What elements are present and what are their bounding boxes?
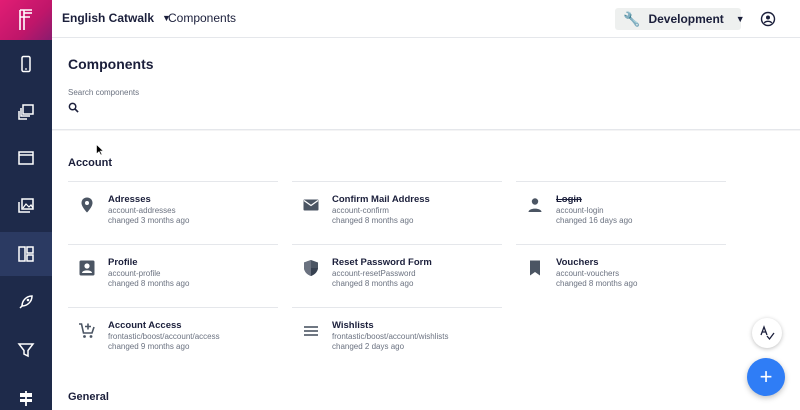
wrench-icon: 🔧 — [623, 10, 641, 27]
section-title-general: General — [68, 391, 109, 403]
component-changed: changed 3 months ago — [108, 215, 190, 225]
component-changed: changed 8 months ago — [108, 278, 190, 288]
shield-icon — [302, 259, 320, 277]
component-id: account-resetPassword — [332, 269, 416, 278]
component-card[interactable]: Reset Password Form account-resetPasswor… — [292, 244, 502, 300]
search-label: Search components — [68, 88, 140, 97]
component-id: account-addresses — [108, 206, 176, 215]
component-card[interactable]: Vouchers account-vouchers changed 8 mont… — [516, 244, 726, 300]
component-changed: changed 16 days ago — [556, 215, 633, 225]
component-id: frontastic/boost/account/access — [108, 332, 220, 341]
environment-name: Development — [648, 12, 724, 26]
component-id: frontastic/boost/account/wishlists — [332, 332, 449, 341]
profile-card-icon — [78, 259, 96, 277]
sidebar-item-settings[interactable] — [0, 376, 52, 410]
sidebar-item-media[interactable] — [0, 184, 52, 228]
component-changed: changed 2 days ago — [332, 341, 405, 351]
gallery-icon — [18, 198, 34, 213]
component-card[interactable]: Wishlists frontastic/boost/account/wishl… — [292, 307, 502, 363]
component-id: account-vouchers — [556, 269, 620, 278]
section-title-account: Account — [68, 157, 112, 169]
components-list: Account Adresses account-addresses chang… — [52, 131, 800, 410]
app: English Catwalk ▼ Components 🔧 Developme… — [0, 0, 800, 410]
component-id: account-profile — [108, 269, 161, 278]
search-field[interactable] — [68, 102, 585, 113]
component-changed: changed 9 months ago — [108, 341, 190, 351]
component-card[interactable]: Adresses account-addresses changed 3 mon… — [68, 181, 278, 237]
phone-icon — [21, 55, 31, 73]
component-card[interactable]: Login account-login changed 16 days ago — [516, 181, 726, 237]
caret-down-icon: ▼ — [735, 14, 745, 24]
page-title: Components — [68, 56, 154, 72]
environment-switcher[interactable]: 🔧 Development ▼ — [615, 8, 745, 30]
component-changed: changed 8 months ago — [332, 215, 414, 225]
component-card[interactable]: Confirm Mail Address account-confirm cha… — [292, 181, 502, 237]
project-switcher[interactable]: English Catwalk ▼ — [62, 11, 171, 25]
component-changed: changed 8 months ago — [332, 278, 414, 288]
sidebar-item-deploy[interactable] — [0, 280, 52, 324]
add-component-button[interactable]: + — [747, 358, 785, 396]
component-card[interactable]: Account Access frontastic/boost/account/… — [68, 307, 278, 363]
component-id: account-login — [556, 206, 604, 215]
mail-icon — [302, 196, 320, 214]
component-card[interactable]: Profile account-profile changed 8 months… — [68, 244, 278, 300]
bookmark-icon — [526, 259, 544, 277]
filter-icon — [17, 343, 35, 358]
breadcrumb: Components — [168, 11, 237, 25]
component-name: Profile — [108, 257, 138, 268]
cart-add-icon — [78, 322, 96, 340]
component-name: Adresses — [108, 194, 151, 205]
window-icon — [18, 151, 34, 165]
spellcheck-icon — [760, 325, 775, 341]
sidebar-item-devices[interactable] — [0, 42, 52, 86]
component-name: Confirm Mail Address — [332, 194, 430, 205]
list-icon — [302, 322, 320, 340]
account-circle-icon[interactable] — [760, 11, 776, 27]
page-header: Components Search components — [52, 38, 800, 130]
person-icon — [526, 196, 544, 214]
pages-icon — [18, 104, 34, 120]
frontastic-logo[interactable] — [0, 0, 52, 40]
mouse-cursor-icon — [96, 144, 104, 156]
search-input[interactable] — [85, 102, 585, 113]
sidebar-item-pages[interactable] — [0, 90, 52, 134]
spellcheck-button[interactable] — [752, 318, 782, 348]
component-id: account-confirm — [332, 206, 389, 215]
component-name: Account Access — [108, 320, 182, 331]
search-icon — [68, 102, 79, 113]
component-name: Vouchers — [556, 257, 599, 268]
sidebar-item-layout[interactable] — [0, 136, 52, 180]
component-name: Login — [556, 194, 582, 205]
components-icon — [18, 246, 34, 262]
plus-icon: + — [759, 364, 773, 389]
component-name: Wishlists — [332, 320, 374, 331]
project-name: English Catwalk — [62, 11, 155, 25]
sidebar — [0, 0, 52, 410]
component-changed: changed 8 months ago — [556, 278, 638, 288]
component-name: Reset Password Form — [332, 257, 432, 268]
topbar: English Catwalk ▼ Components 🔧 Developme… — [52, 0, 800, 38]
location-pin-icon — [78, 196, 96, 214]
sidebar-item-components[interactable] — [0, 232, 52, 276]
sidebar-item-filters[interactable] — [0, 328, 52, 372]
rocket-icon — [19, 295, 33, 309]
signpost-icon — [20, 391, 32, 406]
frontastic-logo-icon — [19, 9, 32, 30]
